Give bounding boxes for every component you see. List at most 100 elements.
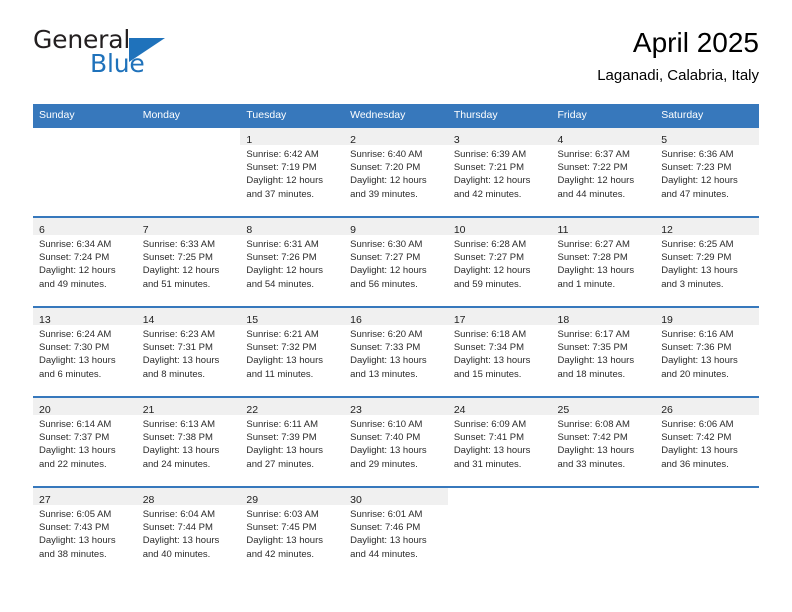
day-detail-line: and 6 minutes. — [39, 368, 102, 380]
day-detail-line: Sunset: 7:29 PM — [661, 252, 732, 264]
calendar-day-cell[interactable]: 23 Sunrise: 6:10 AM Sunset: 7:40 PM Dayligh… — [344, 396, 448, 487]
weekday-header-friday: Friday — [551, 104, 656, 127]
calendar-day-cell[interactable]: 4 Sunrise: 6:37 AM Sunset: 7:22 PM Daylight… — [551, 126, 656, 217]
page-title: April 2025 — [632, 27, 759, 58]
day-detail-line: Sunrise: 6:36 AM — [661, 149, 734, 160]
day-detail-line: Daylight: 12 hours — [557, 175, 635, 187]
weekday-header-tuesday: Tuesday — [240, 104, 345, 127]
day-number-band: 22 — [240, 398, 345, 416]
day-detail-line: and 54 minutes. — [246, 278, 315, 290]
day-detail-line: and 47 minutes. — [661, 188, 729, 200]
day-detail-line: and 59 minutes. — [453, 278, 522, 290]
day-number-band — [552, 488, 656, 505]
calendar-day-cell[interactable]: 11 Sunrise: 6:27 AM Sunset: 7:28 PM Dayligh… — [551, 216, 656, 307]
day-detail-line: and 31 minutes. — [453, 458, 522, 470]
day-detail-line: Sunset: 7:38 PM — [142, 432, 213, 444]
calendar-day-cell[interactable]: 15 Sunrise: 6:21 AM Sunset: 7:32 PM Dayligh… — [240, 306, 345, 397]
calendar-day-cell[interactable]: 22 Sunrise: 6:11 AM Sunset: 7:39 PM Dayligh… — [240, 396, 345, 487]
calendar-day-cell[interactable]: 2 Sunrise: 6:40 AM Sunset: 7:20 PM Daylight… — [344, 126, 448, 217]
calendar-day-cell[interactable]: 16 Sunrise: 6:20 AM Sunset: 7:33 PM Dayligh… — [344, 306, 448, 397]
day-number-band: 27 — [33, 488, 137, 506]
calendar-day-cell[interactable]: 1 Sunrise: 6:42 AM Sunset: 7:19 PM Daylight… — [240, 126, 345, 217]
weekday-header-sunday: Sunday — [33, 104, 137, 127]
calendar-day-cell[interactable]: 14 Sunrise: 6:23 AM Sunset: 7:31 PM Dayligh… — [136, 306, 241, 397]
calendar-week-row: 27 Sunrise: 6:05 AM Sunset: 7:43 PM Dayligh… — [33, 486, 759, 576]
day-detail-line: Sunset: 7:24 PM — [39, 252, 110, 264]
day-number: 27 — [39, 494, 51, 506]
day-number: 4 — [557, 134, 564, 146]
page-header: General Blue April 2025 Laganadi, Calabr… — [33, 26, 759, 98]
day-detail-line: and 42 minutes. — [246, 548, 315, 560]
day-details: Sunrise: 6:20 AM Sunset: 7:33 PM Daylight:… — [344, 325, 448, 381]
calendar-day-cell[interactable]: 19 Sunrise: 6:16 AM Sunset: 7:36 PM Dayligh… — [655, 306, 759, 397]
day-detail-line: Sunrise: 6:01 AM — [350, 509, 423, 520]
day-detail-line: Daylight: 13 hours — [246, 355, 323, 367]
day-number-band: 10 — [447, 218, 552, 236]
day-number: 13 — [39, 314, 51, 326]
day-details: Sunrise: 6:39 AM Sunset: 7:21 PM Daylight:… — [448, 145, 552, 201]
day-details: Sunrise: 6:28 AM Sunset: 7:27 PM Daylight:… — [448, 235, 552, 291]
calendar-day-cell[interactable]: 27 Sunrise: 6:05 AM Sunset: 7:43 PM Dayligh… — [33, 486, 137, 576]
day-detail-line: Sunset: 7:21 PM — [453, 162, 525, 174]
calendar-day-cell[interactable]: 5 Sunrise: 6:36 AM Sunset: 7:23 PM Daylight… — [655, 126, 759, 217]
weekday-header-row: Sunday Monday Tuesday Wednesday Thursday… — [33, 104, 759, 127]
calendar-day-cell[interactable]: 9 Sunrise: 6:30 AM Sunset: 7:27 PM Daylight… — [344, 216, 448, 307]
day-detail-line: Sunrise: 6:31 AM — [246, 239, 319, 250]
day-number: 26 — [661, 404, 673, 416]
day-detail-line: Sunset: 7:35 PM — [557, 342, 628, 354]
day-details: Sunrise: 6:27 AM Sunset: 7:28 PM Daylight:… — [552, 235, 656, 291]
day-detail-line: Daylight: 13 hours — [453, 445, 531, 457]
day-detail-line: and 29 minutes. — [350, 458, 418, 470]
day-number-band: 1 — [240, 128, 345, 146]
day-detail-line: Daylight: 13 hours — [39, 355, 116, 367]
calendar-body: 1 Sunrise: 6:42 AM Sunset: 7:19 PM Daylight… — [33, 126, 759, 576]
calendar-day-cell[interactable]: 30 Sunrise: 6:01 AM Sunset: 7:46 PM Dayligh… — [344, 486, 448, 576]
day-details: Sunrise: 6:11 AM Sunset: 7:39 PM Daylight:… — [240, 415, 344, 471]
day-details: Sunrise: 6:30 AM Sunset: 7:27 PM Daylight:… — [344, 235, 448, 291]
day-number: 2 — [350, 134, 356, 146]
calendar-day-cell[interactable]: 20 Sunrise: 6:14 AM Sunset: 7:37 PM Dayligh… — [33, 396, 137, 487]
calendar-day-cell[interactable]: 7 Sunrise: 6:33 AM Sunset: 7:25 PM Daylight… — [136, 216, 241, 307]
day-number: 15 — [246, 314, 259, 326]
calendar-day-cell[interactable]: 18 Sunrise: 6:17 AM Sunset: 7:35 PM Dayligh… — [551, 306, 656, 397]
calendar-day-cell[interactable]: 13 Sunrise: 6:24 AM Sunset: 7:30 PM Dayligh… — [33, 306, 137, 397]
day-number: 18 — [557, 314, 570, 326]
day-detail-line: Daylight: 13 hours — [39, 535, 116, 547]
day-number-band — [655, 488, 759, 505]
calendar-day-cell[interactable]: 26 Sunrise: 6:06 AM Sunset: 7:42 PM Dayligh… — [655, 396, 759, 487]
calendar-day-cell[interactable]: 25 Sunrise: 6:08 AM Sunset: 7:42 PM Dayligh… — [551, 396, 656, 487]
day-number-band: 4 — [551, 128, 656, 146]
calendar-day-cell[interactable]: 28 Sunrise: 6:04 AM Sunset: 7:44 PM Dayligh… — [136, 486, 241, 576]
calendar-day-cell[interactable]: 12 Sunrise: 6:25 AM Sunset: 7:29 PM Dayligh… — [655, 216, 759, 307]
day-detail-line: Sunset: 7:45 PM — [246, 522, 317, 534]
calendar-day-cell[interactable]: 24 Sunrise: 6:09 AM Sunset: 7:41 PM Dayligh… — [447, 396, 552, 487]
day-detail-line: Daylight: 12 hours — [39, 265, 116, 277]
calendar-day-cell[interactable]: 8 Sunrise: 6:31 AM Sunset: 7:26 PM Daylight… — [240, 216, 345, 307]
calendar-day-cell[interactable]: 17 Sunrise: 6:18 AM Sunset: 7:34 PM Dayligh… — [447, 306, 552, 397]
title-block: April 2025 Laganadi, Calabria, Italy — [597, 26, 759, 85]
calendar-day-cell[interactable]: 3 Sunrise: 6:39 AM Sunset: 7:21 PM Daylight… — [447, 126, 552, 217]
day-detail-line: Daylight: 13 hours — [350, 355, 427, 367]
day-details — [655, 505, 759, 508]
day-detail-line: and 39 minutes. — [350, 188, 418, 200]
day-number-band — [448, 488, 552, 505]
calendar-day-cell[interactable]: 6 Sunrise: 6:34 AM Sunset: 7:24 PM Daylight… — [33, 216, 137, 307]
day-details: Sunrise: 6:14 AM Sunset: 7:37 PM Daylight:… — [33, 415, 137, 471]
day-number-band: 5 — [655, 128, 759, 146]
day-details: Sunrise: 6:36 AM Sunset: 7:23 PM Daylight:… — [655, 145, 759, 201]
day-detail-line: Sunset: 7:30 PM — [39, 342, 110, 354]
calendar-day-cell[interactable]: 21 Sunrise: 6:13 AM Sunset: 7:38 PM Dayligh… — [136, 396, 241, 487]
day-number-band: 11 — [551, 218, 656, 236]
calendar-empty-cell — [655, 486, 759, 576]
location-subtitle: Laganadi, Calabria, Italy — [597, 67, 759, 84]
day-number-band: 14 — [136, 308, 241, 326]
day-details: Sunrise: 6:18 AM Sunset: 7:34 PM Daylight:… — [448, 325, 552, 381]
day-detail-line: Daylight: 13 hours — [246, 445, 323, 457]
day-detail-line: Sunrise: 6:28 AM — [453, 239, 527, 250]
calendar-day-cell[interactable]: 29 Sunrise: 6:03 AM Sunset: 7:45 PM Dayligh… — [240, 486, 345, 576]
day-number: 24 — [453, 404, 466, 416]
day-detail-line: Sunrise: 6:16 AM — [661, 329, 734, 340]
calendar-day-cell[interactable]: 10 Sunrise: 6:28 AM Sunset: 7:27 PM Dayligh… — [447, 216, 552, 307]
day-detail-line: Sunrise: 6:24 AM — [39, 329, 112, 340]
day-number-band — [33, 128, 137, 145]
